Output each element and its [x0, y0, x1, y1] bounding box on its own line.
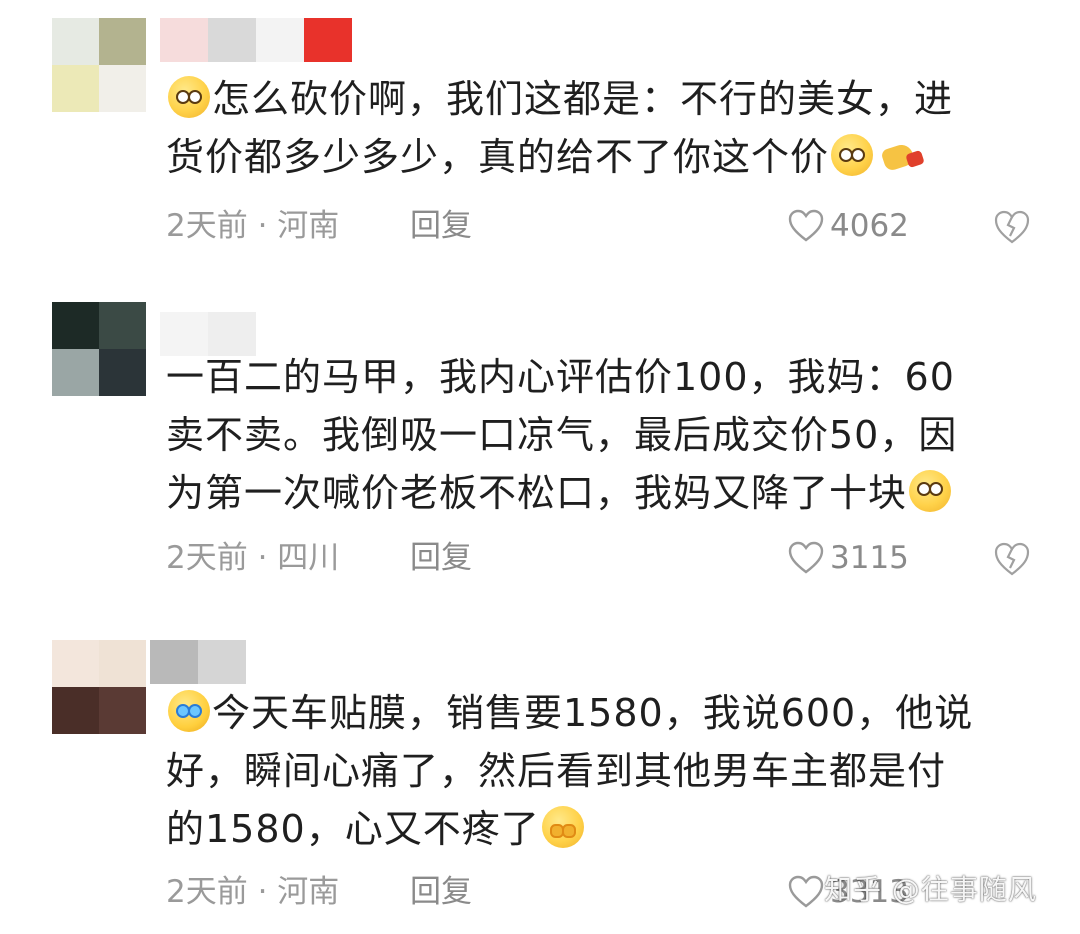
pleading-emoji-icon — [909, 470, 952, 512]
comment-text: 一百二的马甲，我内心评估价100，我妈：60 卖不卖。我倒吸一口凉气，最后成交价… — [166, 348, 1036, 522]
avatar[interactable] — [52, 18, 146, 112]
heart-icon — [788, 541, 824, 575]
smile-emoji-icon — [168, 76, 210, 118]
reply-button[interactable]: 回复 — [410, 870, 472, 914]
comment-line: 一百二的马甲，我内心评估价100，我妈：60 — [166, 355, 955, 399]
crying-emoji-icon — [168, 690, 210, 732]
username[interactable] — [150, 640, 246, 684]
comment-meta: 2天前 · 河南 回复 4062 — [166, 204, 1036, 248]
username[interactable] — [160, 18, 352, 62]
like-button[interactable]: 3115 — [788, 536, 909, 580]
heart-icon — [788, 209, 824, 243]
like-button[interactable]: 4062 — [788, 204, 909, 248]
comment-line: 货价都多少多少，真的给不了你这个价 — [166, 135, 830, 179]
pointing-hand-icon — [881, 140, 925, 174]
heart-icon — [788, 875, 824, 909]
comment-line: 今天车贴膜，销售要1580，我说600，他说 — [212, 691, 974, 735]
cover-face-emoji-icon — [541, 806, 584, 848]
dislike-icon[interactable] — [992, 538, 1032, 578]
comment-line: 好，瞬间心痛了，然后看到其他男车主都是付 — [166, 749, 947, 793]
comment-text: 怎么砍价啊，我们这都是：不行的美女，进 货价都多少多少，真的给不了你这个价 — [166, 70, 1036, 186]
comment-meta: 2天前 · 四川 回复 3115 — [166, 536, 1036, 580]
comment-line: 怎么砍价啊，我们这都是：不行的美女，进 — [212, 77, 954, 121]
zhihu-watermark: 知乎 @往事随风 — [824, 873, 1037, 906]
avatar[interactable] — [52, 302, 146, 396]
like-count: 3115 — [830, 540, 909, 576]
dislike-icon[interactable] — [992, 206, 1032, 246]
reply-button[interactable]: 回复 — [410, 204, 472, 248]
comment-time-location: 2天前 · 四川 — [166, 540, 340, 576]
comment-line: 卖不卖。我倒吸一口凉气，最后成交价50，因 — [166, 413, 958, 457]
comment-time-location: 2天前 · 河南 — [166, 874, 340, 910]
like-count: 4062 — [830, 208, 909, 244]
comment-time-location: 2天前 · 河南 — [166, 208, 340, 244]
comment-text: 今天车贴膜，销售要1580，我说600，他说 好，瞬间心痛了，然后看到其他男车主… — [166, 684, 1036, 858]
reply-button[interactable]: 回复 — [410, 536, 472, 580]
smile-emoji-icon — [831, 134, 874, 176]
comment-line: 为第一次喊价老板不松口，我妈又降了十块 — [166, 471, 908, 515]
comment-line: 的1580，心又不疼了 — [166, 807, 540, 851]
avatar[interactable] — [52, 640, 146, 734]
